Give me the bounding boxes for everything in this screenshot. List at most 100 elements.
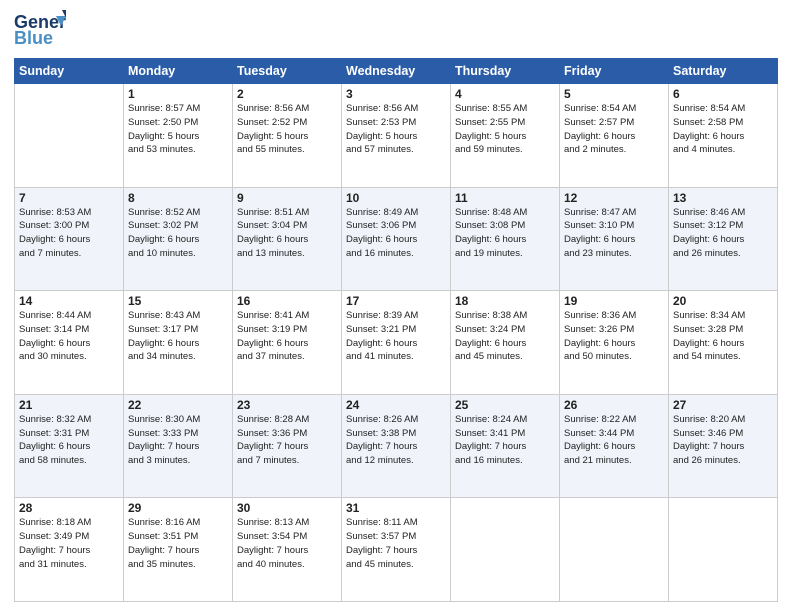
day-info: Sunrise: 8:43 AM Sunset: 3:17 PM Dayligh… xyxy=(128,309,228,364)
day-info: Sunrise: 8:56 AM Sunset: 2:53 PM Dayligh… xyxy=(346,102,446,157)
day-number: 30 xyxy=(237,501,337,515)
day-info: Sunrise: 8:20 AM Sunset: 3:46 PM Dayligh… xyxy=(673,413,773,468)
calendar-cell: 20Sunrise: 8:34 AM Sunset: 3:28 PM Dayli… xyxy=(669,291,778,395)
day-number: 20 xyxy=(673,294,773,308)
calendar-cell: 12Sunrise: 8:47 AM Sunset: 3:10 PM Dayli… xyxy=(560,187,669,291)
day-number: 12 xyxy=(564,191,664,205)
day-number: 10 xyxy=(346,191,446,205)
calendar-cell: 17Sunrise: 8:39 AM Sunset: 3:21 PM Dayli… xyxy=(342,291,451,395)
calendar-week-2: 14Sunrise: 8:44 AM Sunset: 3:14 PM Dayli… xyxy=(15,291,778,395)
day-info: Sunrise: 8:44 AM Sunset: 3:14 PM Dayligh… xyxy=(19,309,119,364)
day-info: Sunrise: 8:13 AM Sunset: 3:54 PM Dayligh… xyxy=(237,516,337,571)
calendar-cell: 24Sunrise: 8:26 AM Sunset: 3:38 PM Dayli… xyxy=(342,394,451,498)
weekday-header-tuesday: Tuesday xyxy=(233,59,342,84)
day-number: 1 xyxy=(128,87,228,101)
calendar-cell: 22Sunrise: 8:30 AM Sunset: 3:33 PM Dayli… xyxy=(124,394,233,498)
header: General Blue xyxy=(14,10,778,52)
day-info: Sunrise: 8:57 AM Sunset: 2:50 PM Dayligh… xyxy=(128,102,228,157)
calendar-week-4: 28Sunrise: 8:18 AM Sunset: 3:49 PM Dayli… xyxy=(15,498,778,602)
day-info: Sunrise: 8:39 AM Sunset: 3:21 PM Dayligh… xyxy=(346,309,446,364)
calendar-cell: 5Sunrise: 8:54 AM Sunset: 2:57 PM Daylig… xyxy=(560,84,669,188)
calendar-cell: 16Sunrise: 8:41 AM Sunset: 3:19 PM Dayli… xyxy=(233,291,342,395)
calendar-table: SundayMondayTuesdayWednesdayThursdayFrid… xyxy=(14,58,778,602)
calendar-cell: 2Sunrise: 8:56 AM Sunset: 2:52 PM Daylig… xyxy=(233,84,342,188)
logo: General Blue xyxy=(14,10,68,52)
calendar-cell: 30Sunrise: 8:13 AM Sunset: 3:54 PM Dayli… xyxy=(233,498,342,602)
day-info: Sunrise: 8:49 AM Sunset: 3:06 PM Dayligh… xyxy=(346,206,446,261)
calendar-cell: 6Sunrise: 8:54 AM Sunset: 2:58 PM Daylig… xyxy=(669,84,778,188)
day-info: Sunrise: 8:56 AM Sunset: 2:52 PM Dayligh… xyxy=(237,102,337,157)
day-number: 22 xyxy=(128,398,228,412)
weekday-header-row: SundayMondayTuesdayWednesdayThursdayFrid… xyxy=(15,59,778,84)
calendar-week-1: 7Sunrise: 8:53 AM Sunset: 3:00 PM Daylig… xyxy=(15,187,778,291)
day-number: 5 xyxy=(564,87,664,101)
calendar-cell: 11Sunrise: 8:48 AM Sunset: 3:08 PM Dayli… xyxy=(451,187,560,291)
day-info: Sunrise: 8:36 AM Sunset: 3:26 PM Dayligh… xyxy=(564,309,664,364)
day-info: Sunrise: 8:24 AM Sunset: 3:41 PM Dayligh… xyxy=(455,413,555,468)
calendar-cell: 27Sunrise: 8:20 AM Sunset: 3:46 PM Dayli… xyxy=(669,394,778,498)
day-number: 27 xyxy=(673,398,773,412)
day-number: 18 xyxy=(455,294,555,308)
day-number: 2 xyxy=(237,87,337,101)
day-number: 4 xyxy=(455,87,555,101)
calendar-cell: 9Sunrise: 8:51 AM Sunset: 3:04 PM Daylig… xyxy=(233,187,342,291)
day-info: Sunrise: 8:16 AM Sunset: 3:51 PM Dayligh… xyxy=(128,516,228,571)
day-info: Sunrise: 8:32 AM Sunset: 3:31 PM Dayligh… xyxy=(19,413,119,468)
day-info: Sunrise: 8:18 AM Sunset: 3:49 PM Dayligh… xyxy=(19,516,119,571)
day-info: Sunrise: 8:34 AM Sunset: 3:28 PM Dayligh… xyxy=(673,309,773,364)
weekday-header-wednesday: Wednesday xyxy=(342,59,451,84)
day-number: 25 xyxy=(455,398,555,412)
day-info: Sunrise: 8:51 AM Sunset: 3:04 PM Dayligh… xyxy=(237,206,337,261)
day-number: 24 xyxy=(346,398,446,412)
day-info: Sunrise: 8:30 AM Sunset: 3:33 PM Dayligh… xyxy=(128,413,228,468)
calendar-cell: 21Sunrise: 8:32 AM Sunset: 3:31 PM Dayli… xyxy=(15,394,124,498)
day-number: 8 xyxy=(128,191,228,205)
day-info: Sunrise: 8:54 AM Sunset: 2:57 PM Dayligh… xyxy=(564,102,664,157)
day-number: 15 xyxy=(128,294,228,308)
day-number: 28 xyxy=(19,501,119,515)
day-info: Sunrise: 8:46 AM Sunset: 3:12 PM Dayligh… xyxy=(673,206,773,261)
calendar-cell: 25Sunrise: 8:24 AM Sunset: 3:41 PM Dayli… xyxy=(451,394,560,498)
day-info: Sunrise: 8:26 AM Sunset: 3:38 PM Dayligh… xyxy=(346,413,446,468)
day-number: 6 xyxy=(673,87,773,101)
calendar-cell: 7Sunrise: 8:53 AM Sunset: 3:00 PM Daylig… xyxy=(15,187,124,291)
day-number: 17 xyxy=(346,294,446,308)
weekday-header-thursday: Thursday xyxy=(451,59,560,84)
calendar-cell: 15Sunrise: 8:43 AM Sunset: 3:17 PM Dayli… xyxy=(124,291,233,395)
logo-icon: General Blue xyxy=(14,10,66,52)
day-number: 29 xyxy=(128,501,228,515)
day-info: Sunrise: 8:54 AM Sunset: 2:58 PM Dayligh… xyxy=(673,102,773,157)
day-number: 3 xyxy=(346,87,446,101)
day-info: Sunrise: 8:41 AM Sunset: 3:19 PM Dayligh… xyxy=(237,309,337,364)
calendar-page: General Blue SundayMondayTuesdayWednesda… xyxy=(0,0,792,612)
calendar-cell xyxy=(15,84,124,188)
day-number: 23 xyxy=(237,398,337,412)
day-info: Sunrise: 8:55 AM Sunset: 2:55 PM Dayligh… xyxy=(455,102,555,157)
calendar-cell xyxy=(451,498,560,602)
calendar-cell: 14Sunrise: 8:44 AM Sunset: 3:14 PM Dayli… xyxy=(15,291,124,395)
weekday-header-monday: Monday xyxy=(124,59,233,84)
day-number: 26 xyxy=(564,398,664,412)
calendar-week-3: 21Sunrise: 8:32 AM Sunset: 3:31 PM Dayli… xyxy=(15,394,778,498)
calendar-cell: 23Sunrise: 8:28 AM Sunset: 3:36 PM Dayli… xyxy=(233,394,342,498)
calendar-cell xyxy=(669,498,778,602)
weekday-header-friday: Friday xyxy=(560,59,669,84)
day-info: Sunrise: 8:52 AM Sunset: 3:02 PM Dayligh… xyxy=(128,206,228,261)
day-info: Sunrise: 8:53 AM Sunset: 3:00 PM Dayligh… xyxy=(19,206,119,261)
day-number: 16 xyxy=(237,294,337,308)
calendar-cell: 13Sunrise: 8:46 AM Sunset: 3:12 PM Dayli… xyxy=(669,187,778,291)
calendar-cell: 19Sunrise: 8:36 AM Sunset: 3:26 PM Dayli… xyxy=(560,291,669,395)
calendar-cell: 1Sunrise: 8:57 AM Sunset: 2:50 PM Daylig… xyxy=(124,84,233,188)
day-info: Sunrise: 8:38 AM Sunset: 3:24 PM Dayligh… xyxy=(455,309,555,364)
weekday-header-sunday: Sunday xyxy=(15,59,124,84)
weekday-header-saturday: Saturday xyxy=(669,59,778,84)
day-number: 9 xyxy=(237,191,337,205)
day-info: Sunrise: 8:28 AM Sunset: 3:36 PM Dayligh… xyxy=(237,413,337,468)
day-info: Sunrise: 8:11 AM Sunset: 3:57 PM Dayligh… xyxy=(346,516,446,571)
calendar-cell: 29Sunrise: 8:16 AM Sunset: 3:51 PM Dayli… xyxy=(124,498,233,602)
day-number: 21 xyxy=(19,398,119,412)
day-number: 13 xyxy=(673,191,773,205)
day-info: Sunrise: 8:22 AM Sunset: 3:44 PM Dayligh… xyxy=(564,413,664,468)
day-number: 7 xyxy=(19,191,119,205)
calendar-cell: 31Sunrise: 8:11 AM Sunset: 3:57 PM Dayli… xyxy=(342,498,451,602)
